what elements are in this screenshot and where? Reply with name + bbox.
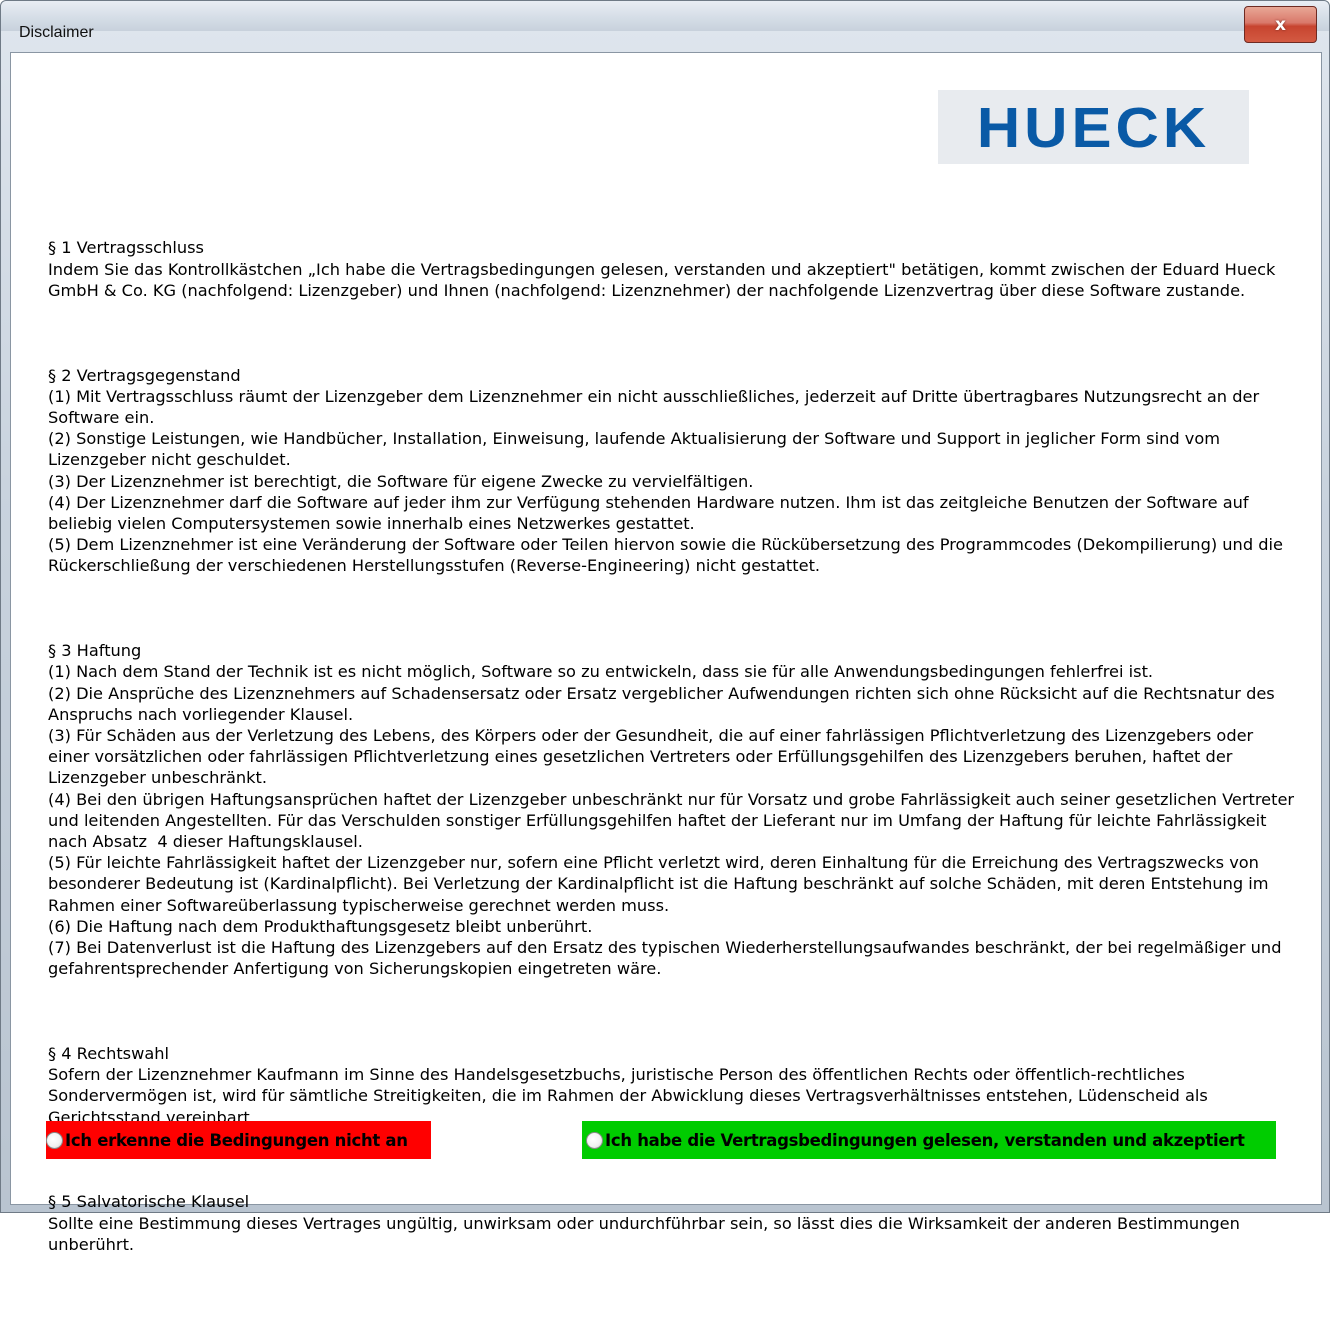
section-2-item: (1) Mit Vertragsschluss räumt der Lizenz… — [48, 386, 1265, 428]
section-2-heading: § 2 Vertragsgegenstand — [48, 365, 241, 385]
section-2-item: (2) Sonstige Leistungen, wie Handbücher,… — [48, 429, 1226, 470]
window-title: Disclaimer — [19, 24, 94, 41]
section-2-item: (3) Der Lizenznehmer ist berechtigt, die… — [48, 471, 754, 491]
section-5-text: Sollte eine Bestimmung dieses Vertrages … — [48, 1213, 1246, 1254]
section-3-heading: § 3 Haftung — [48, 641, 142, 661]
accept-radio[interactable] — [586, 1131, 603, 1149]
section-3-item: (1) Nach dem Stand der Technik ist es ni… — [48, 662, 1154, 682]
section-4-text: Sofern der Lizenznehmer Kaufmann im Sinn… — [48, 1065, 1213, 1127]
title-bar[interactable]: Disclaimer — [1, 1, 1329, 41]
decline-option[interactable]: Ich erkenne die Bedingungen nicht an — [46, 1121, 431, 1159]
section-4-heading: § 4 Rechtswahl — [48, 1044, 170, 1064]
company-logo: HUECK — [938, 90, 1249, 164]
section-4: § 4 Rechtswahl Sofern der Lizenznehmer K… — [48, 1043, 1298, 1128]
dialog-content: HUECK § 1 Vertragsschluss Indem Sie das … — [10, 52, 1322, 1254]
section-2-item: (4) Der Lizenznehmer darf die Software a… — [48, 492, 1254, 534]
decline-label[interactable]: Ich erkenne die Bedingungen nicht an — [65, 1131, 408, 1150]
section-3-item: (3) Für Schäden aus der Verletzung des L… — [48, 726, 1259, 788]
section-1-heading: § 1 Vertragsschluss — [48, 238, 204, 258]
accept-option[interactable]: Ich habe die Vertragsbedingungen gelesen… — [582, 1121, 1276, 1159]
section-3-item: (6) Die Haftung nach dem Produkthaftungs… — [48, 916, 593, 936]
section-3-item: (7) Bei Datenverlust ist die Haftung des… — [48, 938, 1287, 979]
section-3-item: (5) Für leichte Fahrlässigkeit haftet de… — [48, 853, 1274, 915]
section-1-text: Indem Sie das Kontrollkästchen „Ich habe… — [48, 259, 1281, 300]
section-1: § 1 Vertragsschluss Indem Sie das Kontro… — [48, 237, 1298, 301]
accept-label[interactable]: Ich habe die Vertragsbedingungen gelesen… — [605, 1131, 1245, 1150]
section-2-item: (5) Dem Lizenznehmer ist eine Veränderun… — [48, 535, 1289, 576]
section-5-heading: § 5 Salvatorische Klausel — [48, 1192, 250, 1212]
section-2: § 2 Vertragsgegenstand (1) Mit Vertragss… — [48, 365, 1298, 577]
close-button[interactable]: x — [1244, 6, 1317, 43]
section-3-item: (2) Die Ansprüche des Lizenznehmers auf … — [48, 683, 1280, 724]
decline-radio[interactable] — [46, 1131, 63, 1149]
disclaimer-window: Disclaimer x HUECK § 1 Vertragsschluss I… — [0, 0, 1330, 1254]
logo-text: HUECK — [976, 95, 1211, 159]
section-3: § 3 Haftung (1) Nach dem Stand der Techn… — [48, 640, 1298, 979]
close-icon: x — [1275, 14, 1286, 35]
section-3-item: (4) Bei den übrigen Haftungsansprüchen h… — [48, 789, 1300, 852]
section-5: § 5 Salvatorische Klausel Sollte eine Be… — [48, 1191, 1298, 1255]
